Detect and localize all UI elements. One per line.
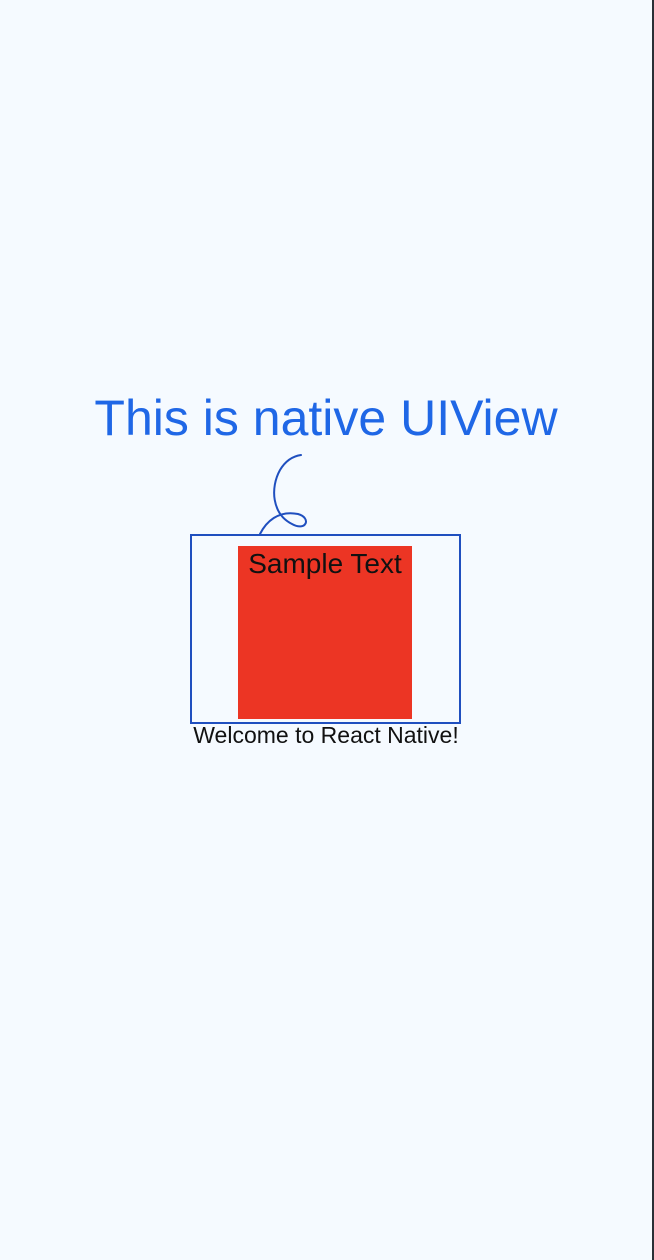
app-screen: This is native UIView Sample Text Welcom…	[0, 0, 654, 1260]
native-view-title: This is native UIView	[94, 390, 558, 446]
sample-text-label: Sample Text	[248, 548, 402, 579]
loop-squiggle-icon	[259, 454, 307, 535]
welcome-message: Welcome to React Native!	[193, 722, 459, 748]
